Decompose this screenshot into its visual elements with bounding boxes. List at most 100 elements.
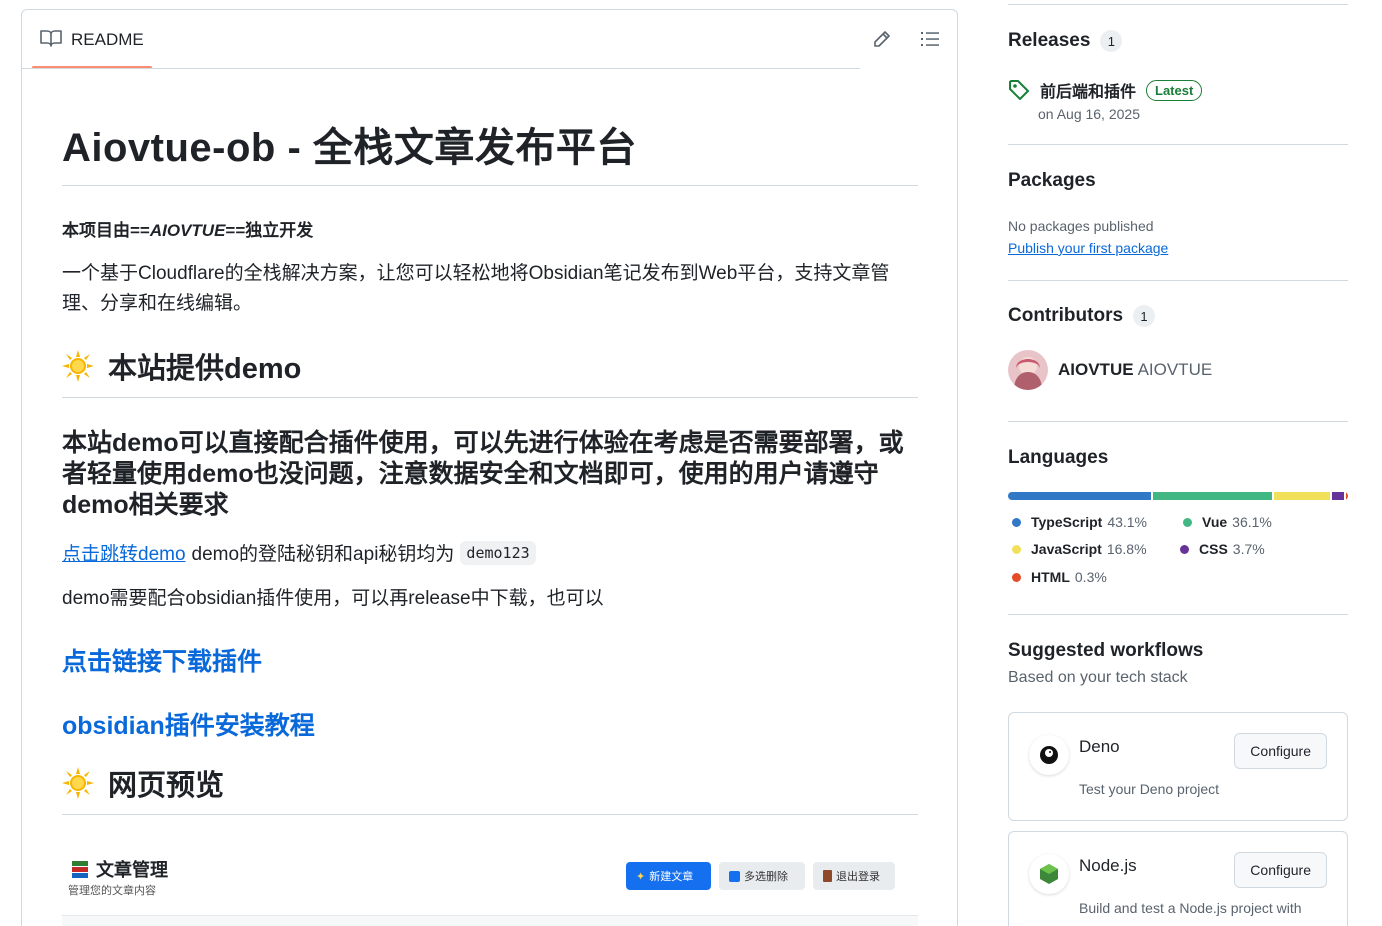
- preview-title-text: 文章管理: [96, 860, 168, 880]
- languages-heading: Languages: [1008, 447, 1108, 469]
- lang-typescript[interactable]: TypeScript 43.1%: [1012, 514, 1147, 530]
- download-plugin-link[interactable]: 点击链接下载插件: [62, 642, 918, 678]
- intro-paragraph: 一个基于Cloudflare的全栈解决方案，让您可以轻松地将Obsidian笔记…: [62, 263, 890, 314]
- section-demo-heading: 本站提供demo: [62, 345, 918, 398]
- readme-actions: [869, 26, 943, 52]
- lang-name: Vue: [1202, 514, 1228, 530]
- book-icon: [40, 29, 62, 52]
- sun-emoji-icon: [62, 350, 94, 382]
- language-bar: [1008, 492, 1348, 500]
- language-bar-segment: [1152, 492, 1273, 500]
- lang-name: TypeScript: [1031, 514, 1103, 530]
- contributor-login[interactable]: AIOVTUE: [1058, 360, 1134, 380]
- lang-name: HTML: [1031, 569, 1070, 585]
- tutorial-link[interactable]: obsidian插件安装教程: [62, 706, 918, 742]
- html-dot: [1012, 572, 1021, 582]
- vue-dot: [1183, 517, 1192, 527]
- lang-html[interactable]: HTML 0.3%: [1012, 569, 1107, 585]
- sidebar-divider: [1008, 614, 1348, 615]
- lang-vue[interactable]: Vue 36.1%: [1183, 514, 1272, 530]
- demo-link-line: 点击跳转demo demo的登陆秘钥和api秘钥均为 demo123: [62, 539, 918, 566]
- books-icon: [72, 861, 88, 878]
- sparkle-icon: ✦: [636, 870, 646, 883]
- publish-package-link[interactable]: Publish your first package: [1008, 240, 1168, 256]
- contributors-count: 1: [1133, 305, 1156, 327]
- workflow-desc: Test your Deno project: [1079, 781, 1220, 797]
- door-icon: [823, 870, 832, 882]
- plugin-note: demo需要配合obsidian插件使用，可以再release中下载，也可以: [62, 588, 604, 609]
- language-bar-segment: [1331, 492, 1344, 500]
- packages-heading[interactable]: Packages: [1008, 170, 1096, 192]
- new-article-label: 新建文章: [649, 871, 694, 883]
- language-bar-segment: [1346, 492, 1348, 500]
- latest-badge: Latest: [1146, 79, 1203, 101]
- readme-title: Aiovtue-ob - 全栈文章发布平台: [62, 115, 918, 186]
- section-preview-title: 网页预览: [108, 770, 225, 802]
- packages-title: Packages: [1008, 170, 1096, 191]
- contributor-item[interactable]: AIOVTUE AIOVTUE: [1008, 350, 1212, 390]
- demo-key-code: demo123: [460, 540, 536, 565]
- workflow-name: Deno: [1079, 737, 1120, 756]
- workflow-desc: Build and test a Node.js project with: [1079, 900, 1302, 916]
- releases-count: 1: [1100, 30, 1123, 52]
- logout-label: 退出登录: [836, 871, 880, 883]
- sidebar-divider: [1008, 421, 1348, 422]
- release-date: on Aug 16, 2025: [1038, 106, 1140, 122]
- sun-emoji-icon: [62, 767, 94, 799]
- workflow-name: Node.js: [1079, 856, 1137, 875]
- demo-link[interactable]: 点击跳转demo: [62, 539, 186, 566]
- lang-name: CSS: [1199, 541, 1228, 557]
- tab-readme[interactable]: README: [40, 10, 144, 70]
- workflow-card-nodejs: Node.js Build and test a Node.js project…: [1008, 831, 1348, 926]
- multi-delete-label: 多选删除: [744, 871, 788, 883]
- sidebar-divider: [1008, 144, 1348, 145]
- lang-pct: 3.7%: [1232, 541, 1265, 557]
- demo-note: 本站demo可以直接配合插件使用，可以先进行体验在考虑是否需要部署，或者轻量使用…: [62, 429, 904, 519]
- outline-list-icon[interactable]: [917, 26, 943, 52]
- author-name: AIOVTUE: [149, 221, 226, 240]
- release-name[interactable]: 前后端和插件: [1040, 78, 1136, 102]
- avatar[interactable]: [1008, 350, 1048, 390]
- readme-content: Aiovtue-ob - 全栈文章发布平台 本项目由==AIOVTUE==独立开…: [62, 70, 918, 926]
- deno-logo-icon: [1029, 735, 1069, 775]
- new-article-button: ✦ 新建文章: [626, 862, 711, 890]
- author-suffix: ==独立开发: [225, 221, 314, 240]
- lang-pct: 0.3%: [1074, 569, 1107, 585]
- workflow-card-deno: Deno Test your Deno project Configure: [1008, 712, 1348, 821]
- demo-key-text: demo的登陆秘钥和api秘钥均为: [191, 544, 455, 565]
- lang-pct: 43.1%: [1107, 514, 1148, 530]
- configure-button[interactable]: Configure: [1234, 733, 1327, 769]
- language-bar-segment: [1008, 492, 1151, 500]
- workflows-subtitle: Based on your tech stack: [1008, 669, 1188, 686]
- header-divider: [22, 68, 860, 69]
- lang-name: JavaScript: [1031, 541, 1102, 557]
- preview-screenshot: 文章管理 管理您的文章内容 ✦ 新建文章 多选删除 退出登录: [62, 840, 918, 926]
- contributor-name: AIOVTUE: [1137, 360, 1213, 379]
- javascript-dot: [1012, 544, 1021, 554]
- releases-heading[interactable]: Releases 1: [1008, 30, 1123, 52]
- tag-icon: [1009, 80, 1029, 100]
- workflows-heading: Suggested workflows: [1008, 640, 1203, 662]
- configure-button[interactable]: Configure: [1234, 852, 1327, 888]
- contributors-title: Contributors: [1008, 305, 1124, 326]
- lang-css[interactable]: CSS 3.7%: [1180, 541, 1265, 557]
- preview-title: 文章管理: [70, 856, 168, 882]
- section-preview-heading: 网页预览: [62, 762, 918, 815]
- releases-title: Releases: [1008, 30, 1091, 51]
- packages-empty: No packages published: [1008, 218, 1154, 234]
- language-bar-segment: [1274, 492, 1330, 500]
- lang-pct: 36.1%: [1232, 514, 1272, 530]
- css-dot: [1180, 544, 1189, 554]
- readme-header: README: [22, 10, 957, 70]
- author-prefix: 本项目由==: [62, 221, 150, 240]
- languages-title: Languages: [1008, 447, 1109, 468]
- edit-pencil-icon[interactable]: [869, 26, 895, 52]
- lang-javascript[interactable]: JavaScript 16.8%: [1012, 541, 1147, 557]
- checkbox-icon: [729, 870, 740, 882]
- multi-delete-button: 多选删除: [719, 862, 805, 890]
- lang-pct: 16.8%: [1106, 541, 1147, 557]
- nodejs-logo-icon: [1029, 854, 1069, 894]
- release-item[interactable]: 前后端和插件 Latest on Aug 16, 2025: [1008, 78, 1203, 122]
- contributors-heading[interactable]: Contributors 1: [1008, 305, 1156, 327]
- typescript-dot: [1012, 517, 1021, 527]
